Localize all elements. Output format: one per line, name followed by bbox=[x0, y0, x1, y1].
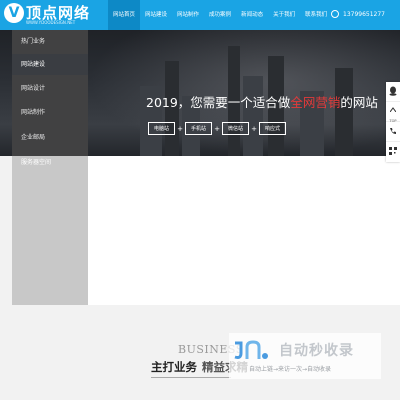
plus-sign: + bbox=[251, 124, 257, 133]
sidebar-item-website-make[interactable]: 网站制作 bbox=[12, 102, 88, 123]
plus-sign: + bbox=[177, 124, 183, 133]
top-icon[interactable]: TOP bbox=[386, 102, 400, 123]
sidebar-item-website-build[interactable]: 网站建设 bbox=[12, 54, 88, 75]
sidebar: 热门业务 网站建设 网站设计 网站制作 企业邮局 服务器空间 bbox=[12, 30, 88, 305]
tag-wechat[interactable]: 微信站 bbox=[222, 122, 250, 135]
site-header: V 顶点网络 WWW.YDOODESIGN.NET 网站首页 网站建设 网站制作… bbox=[0, 0, 400, 30]
tag-pc[interactable]: 电脑站 bbox=[148, 122, 176, 135]
float-toolbar: TOP bbox=[386, 82, 400, 162]
main-nav: 网站首页 网站建设 网站制作 成功案例 新闻动态 关于我们 联系我们 bbox=[108, 0, 332, 30]
logo-url: WWW.YDOODESIGN.NET bbox=[26, 20, 76, 25]
nav-website-make[interactable]: 网站制作 bbox=[172, 0, 204, 30]
nav-news[interactable]: 新闻动态 bbox=[236, 0, 268, 30]
hero-title: 2019，您需要一个适合做全网营销的网站 bbox=[146, 95, 378, 110]
sidebar-item-email[interactable]: 企业邮局 bbox=[12, 127, 88, 148]
tag-responsive[interactable]: 响应式 bbox=[259, 122, 287, 135]
sidebar-item-server[interactable]: 服务器空间 bbox=[12, 152, 88, 173]
phone-call-icon[interactable] bbox=[386, 122, 400, 142]
content-area bbox=[88, 156, 400, 305]
watermark-title: 自动秒收录 bbox=[279, 343, 354, 359]
tag-mobile[interactable]: 手机站 bbox=[185, 122, 213, 135]
hero-title-highlight: 全网营销 bbox=[290, 95, 341, 110]
nav-home[interactable]: 网站首页 bbox=[108, 0, 141, 30]
building-shape bbox=[335, 68, 353, 156]
nav-website-build[interactable]: 网站建设 bbox=[140, 0, 172, 30]
business-heading-cn: 主打业务 bbox=[151, 360, 197, 374]
watermark-subtitle: 自动上链→来访一次→自动收录 bbox=[249, 366, 332, 373]
building-shape bbox=[243, 76, 263, 156]
watermark-logo-icon bbox=[234, 340, 268, 359]
nav-about[interactable]: 关于我们 bbox=[268, 0, 300, 30]
logo[interactable]: V 顶点网络 WWW.YDOODESIGN.NET bbox=[4, 3, 89, 27]
nav-cases[interactable]: 成功案例 bbox=[204, 0, 236, 30]
hero-tags: 电脑站 + 手机站 + 微信站 + 响应式 bbox=[148, 122, 287, 135]
nav-contact[interactable]: 联系我们 bbox=[300, 0, 332, 30]
qrcode-icon[interactable] bbox=[386, 142, 400, 162]
plus-sign: + bbox=[214, 124, 220, 133]
logo-mark: V bbox=[4, 3, 24, 23]
qq-icon[interactable] bbox=[386, 82, 400, 102]
sidebar-item-website-design[interactable]: 网站设计 bbox=[12, 78, 88, 99]
watermark-overlay: 自动秒收录 自动上链→来访一次→自动收录 bbox=[229, 333, 381, 379]
sidebar-item-hot[interactable]: 热门业务 bbox=[12, 31, 88, 52]
business-underline bbox=[151, 377, 231, 378]
phone-icon bbox=[331, 10, 339, 18]
header-phone[interactable]: 13799651277 bbox=[343, 0, 385, 30]
